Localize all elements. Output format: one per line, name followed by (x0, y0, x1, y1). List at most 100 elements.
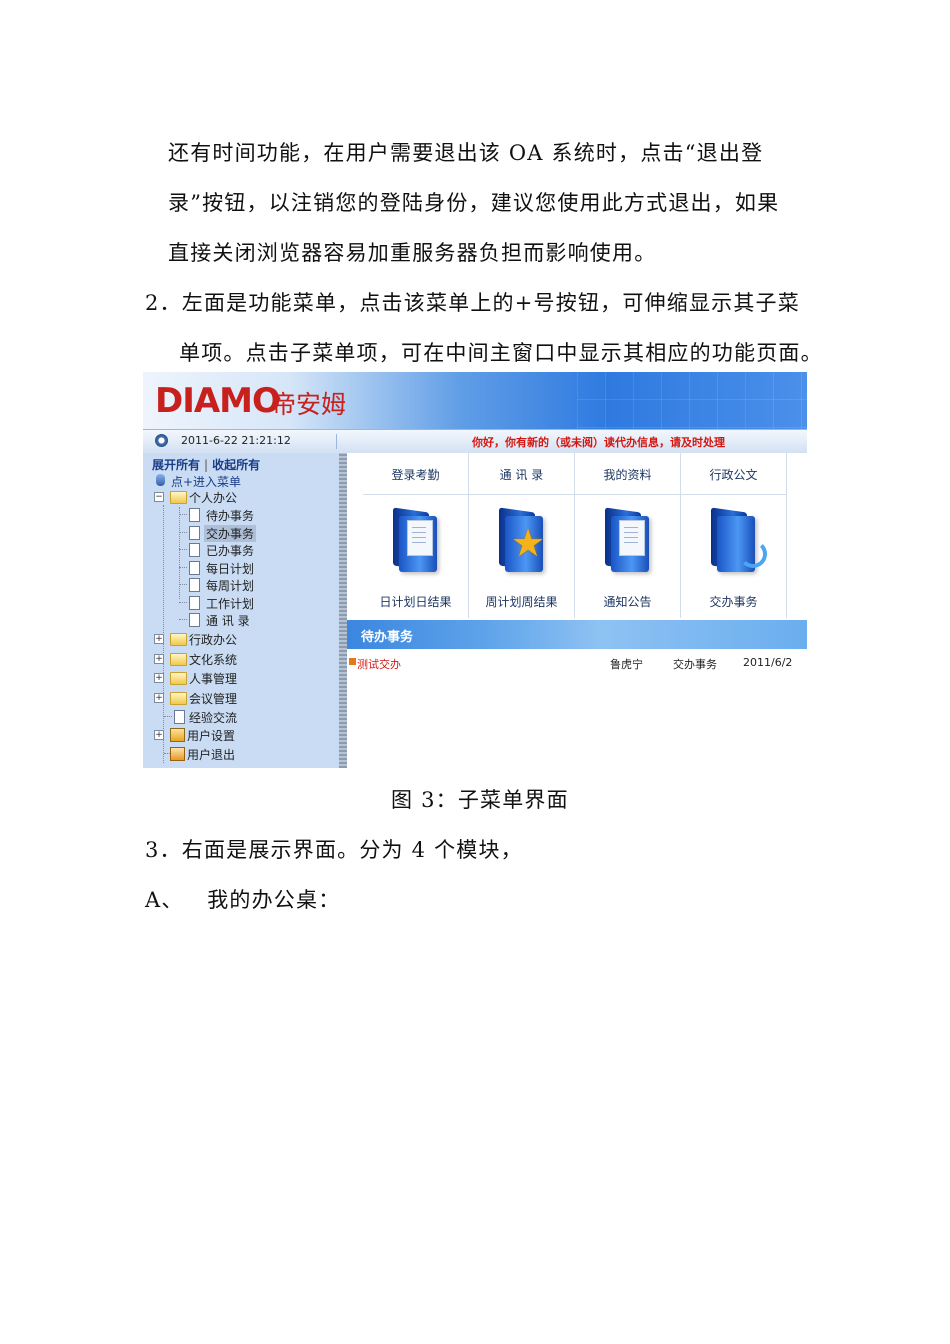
folder-icon (170, 653, 187, 666)
tile-foot-label[interactable]: 周计划周结果 (469, 593, 574, 610)
tree-item-assigned[interactable]: 交办事务 (179, 524, 299, 542)
expand-icon[interactable]: + (154, 693, 164, 703)
tree-item-experience[interactable]: 经验交流 (154, 708, 274, 726)
tile-attendance[interactable]: 登录考勤 日计划日结果 (363, 453, 469, 618)
tile-my-profile[interactable]: 我的资料 通知公告 (575, 453, 681, 618)
todo-title: 待办事务 (361, 630, 414, 645)
status-divider (336, 434, 337, 449)
tree-item-weekly-plan[interactable]: 每周计划 (179, 576, 299, 594)
banner-pattern (577, 372, 807, 429)
notice-message[interactable]: 你好，你有新的（或未阅）读代办信息，请及时处理 (472, 434, 725, 450)
folder-icon (170, 633, 187, 646)
star-icon: ★ (511, 521, 546, 565)
folder-icon (170, 672, 187, 685)
sidebar-menu: 展开所有|收起所有 点+进入菜单 − 个人办公 待办事务 交办事务 已办事务 (143, 453, 339, 768)
refresh-icon (739, 540, 767, 568)
paragraph-line-5: 单项。点击子菜单项，可在中间主窗口中显示其相应的功能页面。 (179, 341, 823, 365)
tree-item-contacts[interactable]: 通 讯 录 (179, 611, 299, 629)
tree-item-logout[interactable]: 用户退出 (154, 745, 274, 763)
tile-contacts[interactable]: 通 讯 录 ★ 周计划周结果 (469, 453, 575, 618)
tree-item-personal-office[interactable]: − 个人办公 (154, 488, 274, 506)
expand-icon[interactable]: + (154, 654, 164, 664)
tree-item-user-settings[interactable]: + 用户设置 (154, 726, 274, 744)
tree-connector (179, 602, 187, 603)
document-icon (189, 613, 200, 627)
folder-doc-icon[interactable] (389, 507, 441, 572)
screenshot-figure: DIAMO 帝安姆 2011-6-22 21:21:12 你好，你有新的（或未阅… (143, 372, 807, 768)
document-icon (189, 578, 200, 592)
paragraph-line-4: 2．左面是功能菜单，点击该菜单上的+号按钮，可伸缩显示其子菜 (145, 291, 800, 315)
tree-item-done[interactable]: 已办事务 (179, 541, 299, 559)
paper-sheet (407, 520, 433, 556)
tree-connector (179, 514, 187, 515)
tile-admin-docs[interactable]: 行政公文 交办事务 (681, 453, 787, 618)
tree-connector (179, 619, 187, 620)
todo-date: 2011/6/2 (743, 656, 793, 669)
folder-list-icon[interactable] (601, 507, 653, 572)
todo-user: 鲁虎宁 (610, 658, 643, 671)
tree-item-label: 经验交流 (189, 711, 238, 725)
tree-item-culture[interactable]: + 文化系统 (154, 650, 274, 668)
tile-foot-label[interactable]: 交办事务 (681, 593, 786, 610)
expand-icon[interactable]: + (154, 673, 164, 683)
logo-chinese: 帝安姆 (271, 390, 347, 419)
menu-icon (156, 474, 165, 486)
tile-head-label[interactable]: 通 讯 录 (469, 453, 574, 495)
paragraph-line-3: 直接关闭浏览器容易加重服务器负担而影响使用。 (168, 241, 657, 265)
document-icon (189, 543, 200, 557)
tree-item-hr[interactable]: + 人事管理 (154, 669, 274, 687)
tile-foot-label[interactable]: 日计划日结果 (363, 593, 468, 610)
expand-all-link[interactable]: 展开所有 (152, 458, 200, 472)
tree-item-administration[interactable]: + 行政办公 (154, 630, 274, 648)
tree-item-label: 用户设置 (187, 729, 236, 743)
tree-item-meeting[interactable]: + 会议管理 (154, 689, 274, 707)
paragraph-line-2: 录”按钮，以注销您的登陆身份，建议您使用此方式退出，如果 (168, 191, 780, 215)
sidebar-splitter[interactable] (339, 453, 347, 768)
tree-item-label: 会议管理 (189, 692, 238, 706)
tree-item-label: 人事管理 (189, 672, 238, 686)
tree-connector (179, 549, 187, 550)
tile-head-label[interactable]: 行政公文 (681, 453, 786, 495)
tree-item-label: 工作计划 (206, 597, 255, 611)
bullet-icon (349, 658, 356, 665)
tree-item-pending[interactable]: 待办事务 (179, 506, 299, 524)
paragraph-line-1: 还有时间功能，在用户需要退出该 OA 系统时，点击“退出登 (168, 141, 764, 165)
document-icon (189, 526, 200, 540)
collapse-icon[interactable]: − (154, 492, 164, 502)
tree-item-daily-plan[interactable]: 每日计划 (179, 559, 299, 577)
todo-type: 交办事务 (673, 658, 717, 671)
logout-icon (170, 747, 185, 761)
document-icon (174, 710, 185, 724)
tile-head-label[interactable]: 我的资料 (575, 453, 680, 495)
folder-icon (170, 692, 187, 705)
collapse-all-link[interactable]: 收起所有 (212, 458, 260, 472)
tree-item-label: 通 讯 录 (206, 614, 250, 628)
tree-connector (164, 716, 172, 717)
app-banner: DIAMO 帝安姆 (143, 372, 807, 429)
settings-icon (170, 728, 185, 742)
tree-item-label: 个人办公 (189, 491, 238, 505)
folder-star-icon[interactable]: ★ (495, 507, 547, 572)
document-icon (189, 508, 200, 522)
paragraph-item-a: A、 我的办公桌： (145, 888, 341, 912)
todo-row[interactable]: 测试交办 鲁虎宁 交办事务 2011/6/2 (347, 655, 807, 673)
datetime: 2011-6-22 21:21:12 (181, 434, 291, 447)
expand-icon[interactable]: + (154, 730, 164, 740)
tree-item-label: 每日计划 (206, 562, 255, 576)
expand-controls: 展开所有 | 收起所有 (152, 456, 260, 473)
tree-item-label: 待办事务 (206, 509, 255, 523)
tree-item-work-plan[interactable]: 工作计划 (179, 594, 299, 612)
document-icon (189, 596, 200, 610)
tile-head-label[interactable]: 登录考勤 (363, 453, 468, 495)
paper-sheet (619, 520, 645, 556)
todo-subject-link[interactable]: 测试交办 (357, 656, 401, 672)
logo-text: DIAMO (155, 381, 281, 421)
tree-connector (179, 567, 187, 568)
clock-icon (155, 434, 168, 447)
expand-icon[interactable]: + (154, 634, 164, 644)
folder-refresh-icon[interactable] (707, 507, 767, 572)
tile-foot-label[interactable]: 通知公告 (575, 593, 680, 610)
figure-caption: 图 3：子菜单界面 (391, 788, 569, 812)
tree-item-label: 已办事务 (206, 544, 255, 558)
tree-connector (179, 532, 187, 533)
